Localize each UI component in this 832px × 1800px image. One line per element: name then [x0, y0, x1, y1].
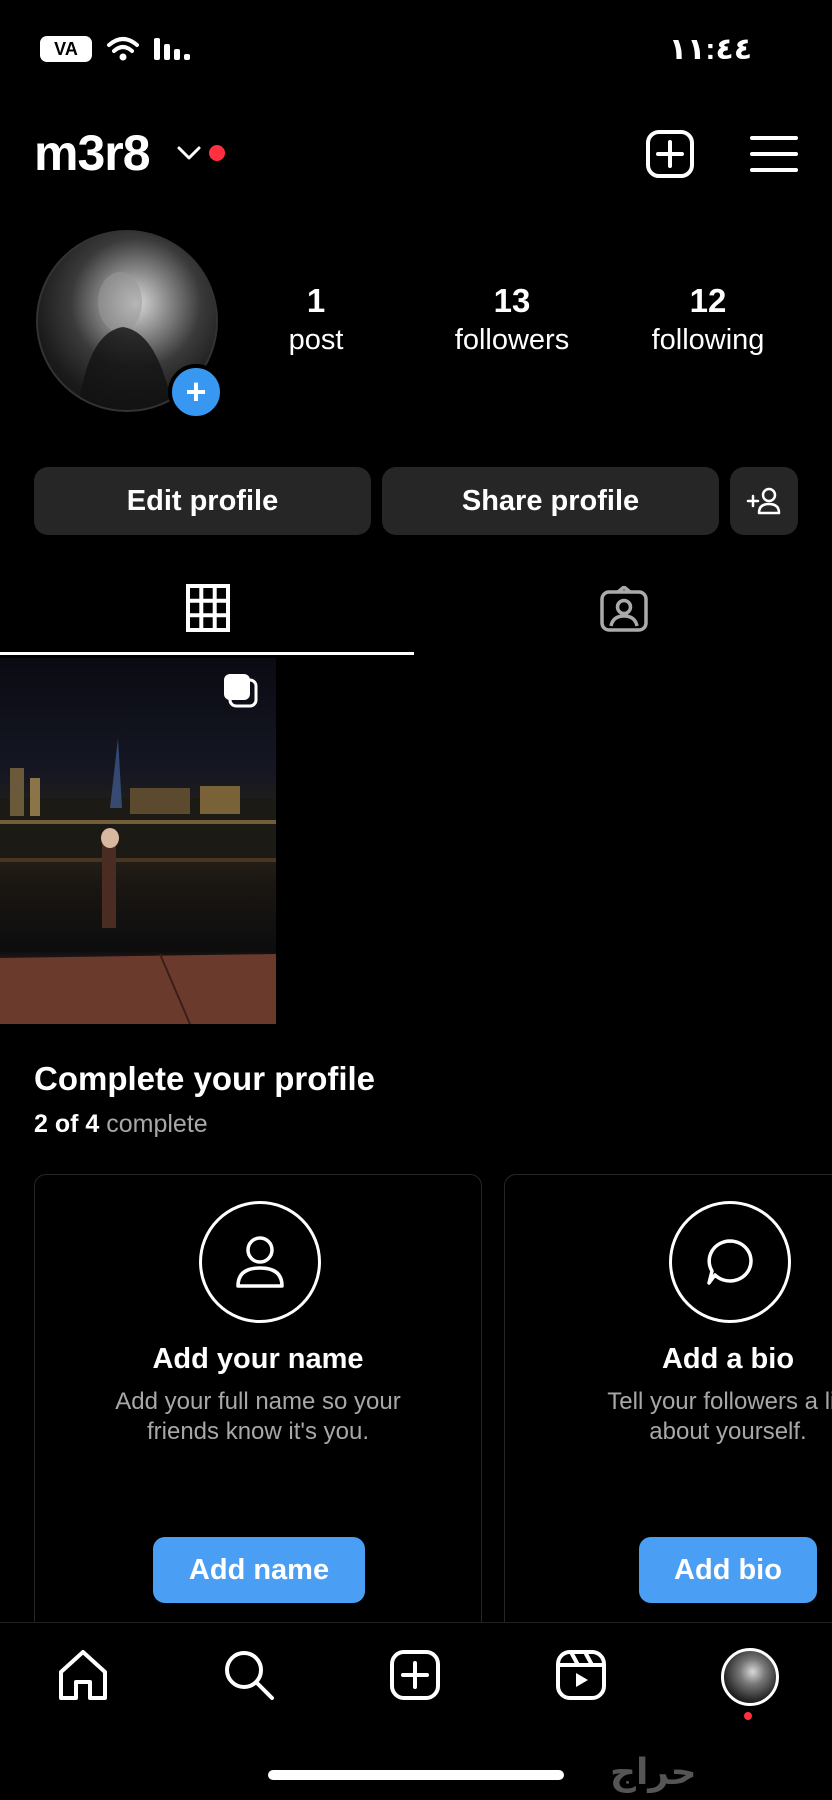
home-indicator[interactable] — [268, 1770, 564, 1780]
home-icon[interactable] — [56, 1648, 110, 1702]
person-icon — [199, 1201, 321, 1323]
chevron-down-icon[interactable] — [176, 144, 202, 162]
post-thumbnail[interactable] — [0, 658, 276, 1024]
complete-profile-title: Complete your profile — [34, 1060, 376, 1097]
progress-word: complete — [106, 1110, 208, 1138]
battery-icon: VA — [40, 36, 92, 62]
edit-profile-button[interactable]: Edit profile — [34, 467, 371, 535]
discover-people-button[interactable] — [730, 467, 798, 535]
watermark-logo: حراج — [610, 1752, 697, 1793]
search-icon[interactable] — [222, 1648, 276, 1702]
stat-following-label: following — [651, 324, 765, 356]
complete-profile-progress: 2 of 4 complete — [34, 1110, 208, 1139]
username-title[interactable]: m3r8 — [34, 124, 151, 182]
profile-notification-dot — [744, 1712, 752, 1720]
status-time: ١١:٤٤ — [668, 33, 752, 66]
active-tab-indicator — [0, 652, 414, 655]
add-bio-card: Add a bio Tell your followers a litt abo… — [504, 1174, 832, 1636]
create-icon[interactable] — [388, 1648, 442, 1702]
stat-posts-label: post — [288, 324, 344, 356]
card-description: Add your full name so your friends know … — [115, 1388, 401, 1445]
signal-icon — [154, 38, 190, 60]
card-description: Tell your followers a litt about yoursel… — [607, 1388, 832, 1445]
add-name-card: Add your name Add your full name so your… — [34, 1174, 482, 1636]
stat-followers[interactable]: 13 followers — [432, 282, 592, 357]
speech-bubble-icon — [669, 1201, 791, 1323]
wifi-icon — [107, 37, 139, 61]
card-title: Add a bio — [661, 1343, 795, 1375]
stat-followers-label: followers — [454, 324, 570, 356]
add-name-button[interactable]: Add name — [153, 1537, 365, 1603]
add-bio-button[interactable]: Add bio — [639, 1537, 817, 1603]
add-person-icon — [746, 487, 781, 515]
create-post-icon[interactable] — [644, 128, 696, 180]
stat-posts-value: 1 — [306, 282, 326, 319]
reels-icon[interactable] — [554, 1648, 608, 1702]
notification-dot — [209, 145, 225, 161]
grid-tab-icon[interactable] — [186, 584, 230, 632]
share-profile-button[interactable]: Share profile — [382, 467, 719, 535]
stat-following-value: 12 — [689, 282, 727, 319]
tagged-tab-icon[interactable] — [600, 586, 648, 632]
stat-posts[interactable]: 1 post — [236, 282, 396, 357]
stat-followers-value: 13 — [493, 282, 531, 319]
menu-icon[interactable] — [748, 128, 800, 180]
progress-count: 2 of 4 — [34, 1110, 100, 1138]
add-story-button[interactable]: + — [168, 364, 224, 420]
profile-tab-avatar[interactable] — [721, 1648, 779, 1706]
status-icons: VA — [40, 36, 194, 62]
card-title: Add your name — [152, 1343, 364, 1375]
stat-following[interactable]: 12 following — [628, 282, 788, 357]
multiple-photos-icon — [224, 674, 258, 708]
